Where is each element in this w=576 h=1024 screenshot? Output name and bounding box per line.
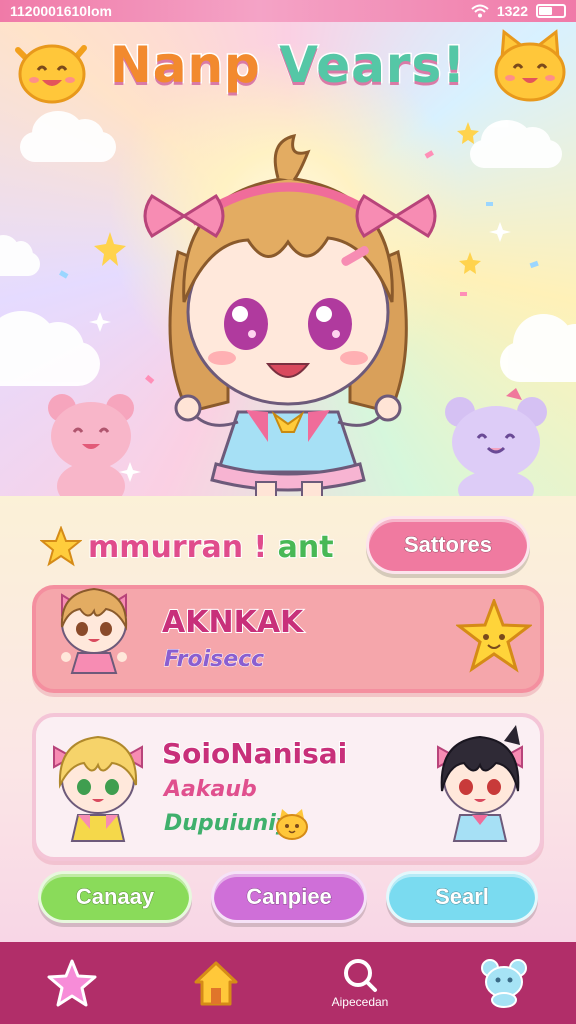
- star-badge-icon[interactable]: [456, 599, 532, 673]
- canaay-button-label: Canaay: [75, 884, 155, 910]
- nav-item-home[interactable]: [176, 948, 256, 1018]
- canpiee-button[interactable]: Canpiee: [211, 871, 367, 923]
- search-icon: [344, 959, 377, 992]
- bottom-nav: Aipecedan: [0, 942, 576, 1024]
- star-icon: [40, 526, 82, 567]
- nav-item-star[interactable]: [32, 948, 112, 1018]
- welcome-heading: mmurran ! ant: [40, 522, 335, 572]
- status-bar: 1120001610lom 1322: [0, 0, 576, 22]
- hero-banner: Nanp Vears!: [0, 22, 576, 496]
- character-portrait: [143, 133, 437, 496]
- welcome-main: mmurran !: [87, 529, 268, 566]
- searl-button[interactable]: Searl: [386, 871, 538, 923]
- wifi-icon: [471, 4, 489, 18]
- star-icon: [47, 959, 97, 1007]
- kitten-icon: [276, 809, 308, 840]
- nav-item-bear[interactable]: [464, 948, 544, 1018]
- nav-search-label: Aipecedan: [331, 995, 389, 1009]
- battery-fill: [539, 7, 552, 15]
- card2-name: SoioNanisai: [161, 736, 348, 771]
- bear-icon: [481, 959, 527, 1008]
- canpiee-button-label: Canpiee: [246, 884, 333, 910]
- status-right: 1322: [471, 3, 566, 19]
- canaay-button[interactable]: Canaay: [38, 871, 192, 923]
- profile-card-2[interactable]: SoioNanisai Aakaub Dupuiuniy: [32, 713, 544, 861]
- chibi-avatar-blonde: [53, 735, 143, 842]
- app-title: Nanp Vears!: [0, 35, 576, 96]
- profile-card-1[interactable]: AKNKAK Froisecc: [32, 585, 544, 693]
- title-word-2: Vears!: [278, 35, 467, 96]
- nav-item-search[interactable]: Aipecedan: [320, 948, 400, 1018]
- chibi-avatar-dark: [437, 725, 523, 842]
- card1-name: AKNKAK: [161, 604, 304, 641]
- home-icon: [194, 961, 238, 1006]
- card2-line2: Aakaub: [164, 777, 257, 802]
- title-word-1: Nanp: [108, 35, 261, 96]
- chibi-avatar-1: [60, 587, 128, 674]
- sattores-button-label: Sattores: [403, 532, 493, 558]
- status-clock: 1322: [496, 3, 528, 19]
- card1-subtitle: Froisecc: [163, 647, 265, 673]
- welcome-accent: ant: [277, 529, 335, 566]
- status-time: 1120001610lom: [10, 3, 112, 19]
- searl-button-label: Searl: [435, 884, 490, 910]
- battery-icon: [536, 4, 566, 18]
- sattores-button[interactable]: Sattores: [366, 516, 530, 574]
- welcome-text: mmurran ! ant: [87, 529, 335, 566]
- card2-line3: Dupuiuniy: [164, 811, 291, 836]
